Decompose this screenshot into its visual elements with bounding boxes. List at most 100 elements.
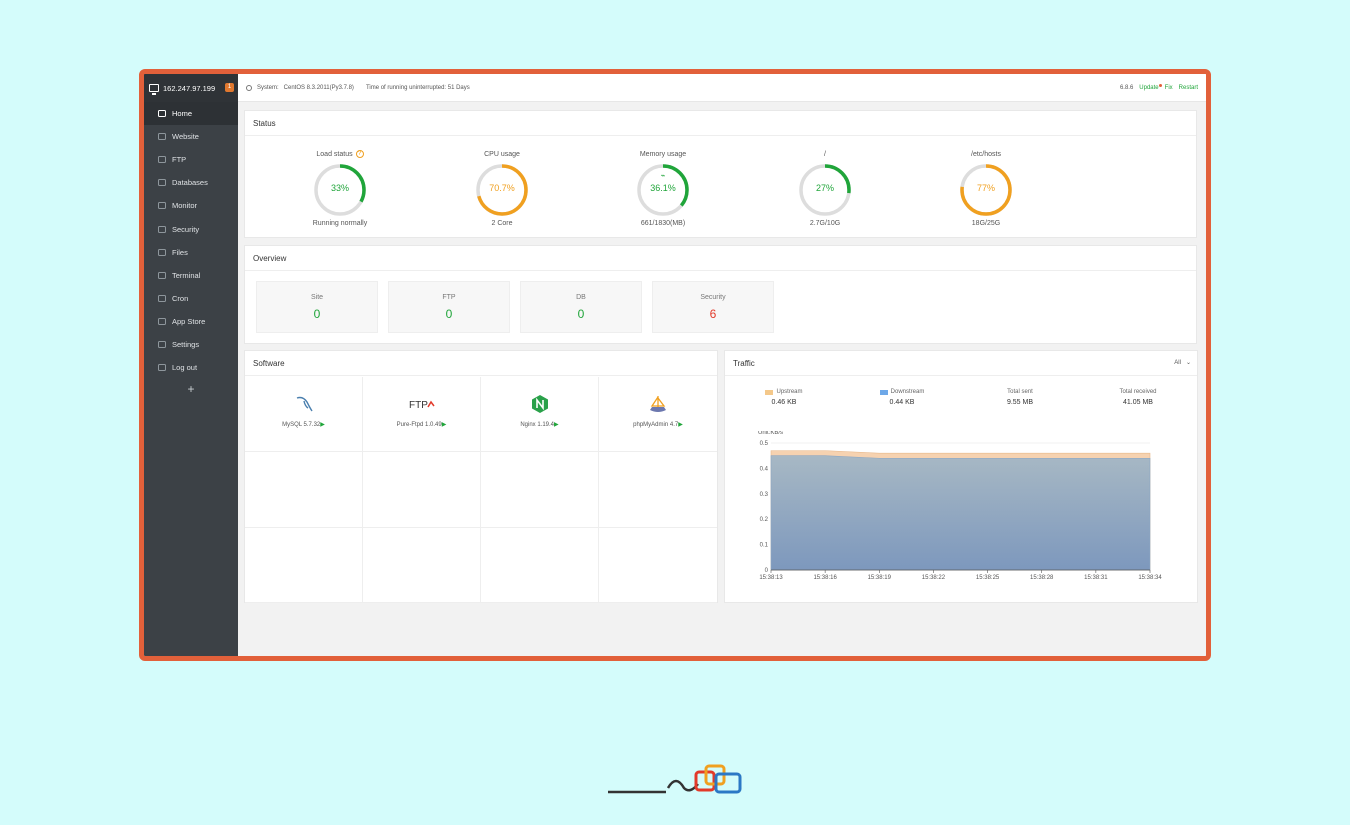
traffic-interface-select[interactable]: All ⌄ bbox=[1174, 359, 1191, 366]
software-item[interactable]: phpMyAdmin 4.7▶ bbox=[599, 377, 717, 453]
sidebar-item-security[interactable]: Security bbox=[144, 217, 238, 240]
play-icon[interactable]: ▶ bbox=[442, 422, 447, 428]
gauge-label: Memory usage bbox=[639, 150, 687, 158]
software-empty-slot bbox=[599, 452, 717, 528]
play-icon[interactable]: ▶ bbox=[554, 422, 559, 428]
software-name: Nginx 1.19.4▶ bbox=[520, 422, 559, 428]
sidebar-item-label: Monitor bbox=[172, 201, 198, 211]
chevron-down-icon: ⌄ bbox=[1182, 360, 1191, 366]
stat-value: 0.44 KB bbox=[889, 399, 915, 406]
mysql-dolphin-icon bbox=[245, 393, 362, 415]
sidebar-item-label: App Store bbox=[172, 316, 206, 326]
notification-badge[interactable]: 1 bbox=[225, 83, 234, 92]
overview-card-ftp[interactable]: FTP 0 bbox=[388, 281, 510, 333]
sidebar-item-settings[interactable]: Settings bbox=[144, 333, 238, 356]
sidebar-item-files[interactable]: Files bbox=[144, 241, 238, 264]
traffic-chart: Unit:KB/s 0 0.1 0.2 0.3 0.4 0.5 15:38:13 15:38:1… bbox=[758, 431, 1162, 581]
sidebar-item-monitor[interactable]: Monitor bbox=[144, 194, 238, 217]
gauge-ring: 27% bbox=[797, 162, 853, 218]
sidebar-item-label: Databases bbox=[172, 178, 208, 188]
overview-panel: Overview Site 0 FTP 0 DB 0 Security 6 bbox=[244, 245, 1197, 344]
legend-swatch[interactable] bbox=[879, 389, 888, 395]
x-tick-label: 15:38:22 bbox=[922, 575, 946, 581]
sidebar-item-website[interactable]: Website bbox=[144, 125, 238, 148]
brand-logo bbox=[608, 764, 742, 794]
stat-label: Total received bbox=[1119, 389, 1157, 395]
home-icon bbox=[158, 110, 166, 118]
traffic-panel: Traffic All ⌄ Upstream 0.46 KB Downstream 0… bbox=[724, 350, 1198, 603]
system-label: System: bbox=[257, 84, 279, 91]
gauge-2[interactable]: Memory usage ⌁ 36.1% 661/1830(MB) bbox=[608, 148, 718, 227]
sidebar-item-label: Security bbox=[172, 224, 200, 234]
version-text: 6.8.6 bbox=[1119, 84, 1134, 91]
gauge-ring: 70.7% bbox=[474, 162, 530, 218]
y-tick-label: 0.3 bbox=[760, 492, 769, 498]
sidebar-item-home[interactable]: Home bbox=[144, 102, 238, 126]
gauge-subtext: 2 Core bbox=[491, 220, 513, 227]
gauge-ring: 77% bbox=[958, 162, 1014, 218]
gauge-subtext: Running normally bbox=[312, 220, 368, 227]
software-empty-slot bbox=[245, 452, 363, 528]
y-tick-label: 0.4 bbox=[760, 466, 769, 472]
overview-label: Site bbox=[310, 294, 324, 301]
software-empty-slot bbox=[599, 528, 717, 603]
sidebar-item-cron[interactable]: Cron bbox=[144, 287, 238, 310]
overview-card-security[interactable]: Security 6 bbox=[652, 281, 774, 333]
stat-value: 41.05 MB bbox=[1123, 399, 1153, 406]
sidebar-item-label: Website bbox=[172, 132, 199, 142]
gauge-label: CPU usage bbox=[484, 150, 520, 158]
sidebar-item-log-out[interactable]: Log out bbox=[144, 356, 238, 379]
sidebar-item-label: Cron bbox=[172, 293, 189, 303]
sidebar-item-databases[interactable]: Databases bbox=[144, 171, 238, 194]
software-empty-slot bbox=[363, 527, 481, 603]
sidebar-item-terminal[interactable]: Terminal bbox=[144, 264, 238, 287]
y-tick-label: 0.5 bbox=[760, 441, 769, 447]
server-header[interactable]: 162.247.97.199 1 bbox=[144, 74, 238, 102]
software-title: Software bbox=[245, 351, 717, 376]
stat-label: Total sent bbox=[1007, 389, 1033, 395]
ftp-icon bbox=[158, 156, 166, 164]
help-icon[interactable]: ? bbox=[355, 150, 364, 158]
fix-link[interactable]: Fix bbox=[1165, 85, 1173, 91]
sidebar-item-app-store[interactable]: App Store bbox=[144, 310, 238, 333]
terminal-icon bbox=[158, 271, 166, 279]
overview-value: 6 bbox=[709, 307, 717, 321]
update-link[interactable]: Update bbox=[1139, 83, 1163, 91]
software-empty-slot bbox=[481, 452, 599, 528]
nginx-icon bbox=[481, 393, 598, 415]
gauge-3[interactable]: / 27% 2.7G/10G bbox=[770, 148, 880, 227]
legend-swatch[interactable] bbox=[765, 389, 774, 395]
add-icon[interactable]: + bbox=[144, 382, 238, 396]
gauge-label: / bbox=[824, 150, 826, 158]
gauge-value: 36.1% bbox=[650, 183, 676, 193]
overview-card-site[interactable]: Site 0 bbox=[256, 281, 378, 333]
sidebar-item-label: Log out bbox=[172, 363, 198, 373]
top-bar: System: CentOS 8.3.2011(Py3.7.8) Time of… bbox=[238, 74, 1206, 102]
sidebar-item-ftp[interactable]: FTP bbox=[144, 148, 238, 171]
gauge-subtext: 2.7G/10G bbox=[809, 220, 841, 227]
gauge-4[interactable]: /etc/hosts 77% 18G/25G bbox=[931, 148, 1041, 227]
software-item[interactable]: Nginx 1.19.4▶ bbox=[481, 377, 599, 453]
software-item[interactable]: MySQL 5.7.32▶ bbox=[245, 377, 363, 453]
play-icon[interactable]: ▶ bbox=[678, 422, 683, 428]
software-item[interactable]: FTP Pure-Ftpd 1.0.49▶ bbox=[363, 377, 481, 453]
traffic-stat-total-received: Total received 41.05 MB bbox=[1079, 389, 1197, 406]
gauge-1[interactable]: CPU usage 70.7% 2 Core bbox=[447, 148, 557, 227]
status-title: Status bbox=[245, 111, 1196, 136]
software-name: MySQL 5.7.32▶ bbox=[282, 422, 325, 428]
status-panel: Status Load status? 33% Running normally CP… bbox=[244, 110, 1197, 238]
traffic-stat-total-sent: Total sent 9.55 MB bbox=[961, 389, 1079, 406]
overview-card-db[interactable]: DB 0 bbox=[520, 281, 642, 333]
gauge-value: 33% bbox=[330, 183, 349, 193]
x-tick-label: 15:38:19 bbox=[868, 575, 892, 581]
traffic-title: Traffic bbox=[725, 351, 1197, 376]
restart-link[interactable]: Restart bbox=[1179, 85, 1198, 91]
overview-title: Overview bbox=[245, 246, 1196, 271]
play-icon[interactable]: ▶ bbox=[320, 422, 325, 428]
sidebar: 162.247.97.199 1 Home Website FTP Databases… bbox=[144, 74, 238, 656]
gauge-subtext: 661/1830(MB) bbox=[640, 220, 686, 227]
leaf-icon[interactable]: ⌁ bbox=[635, 171, 691, 180]
gauge-0[interactable]: Load status? 33% Running normally bbox=[285, 148, 395, 227]
software-name: Pure-Ftpd 1.0.49▶ bbox=[396, 422, 447, 428]
overview-value: 0 bbox=[313, 307, 321, 321]
